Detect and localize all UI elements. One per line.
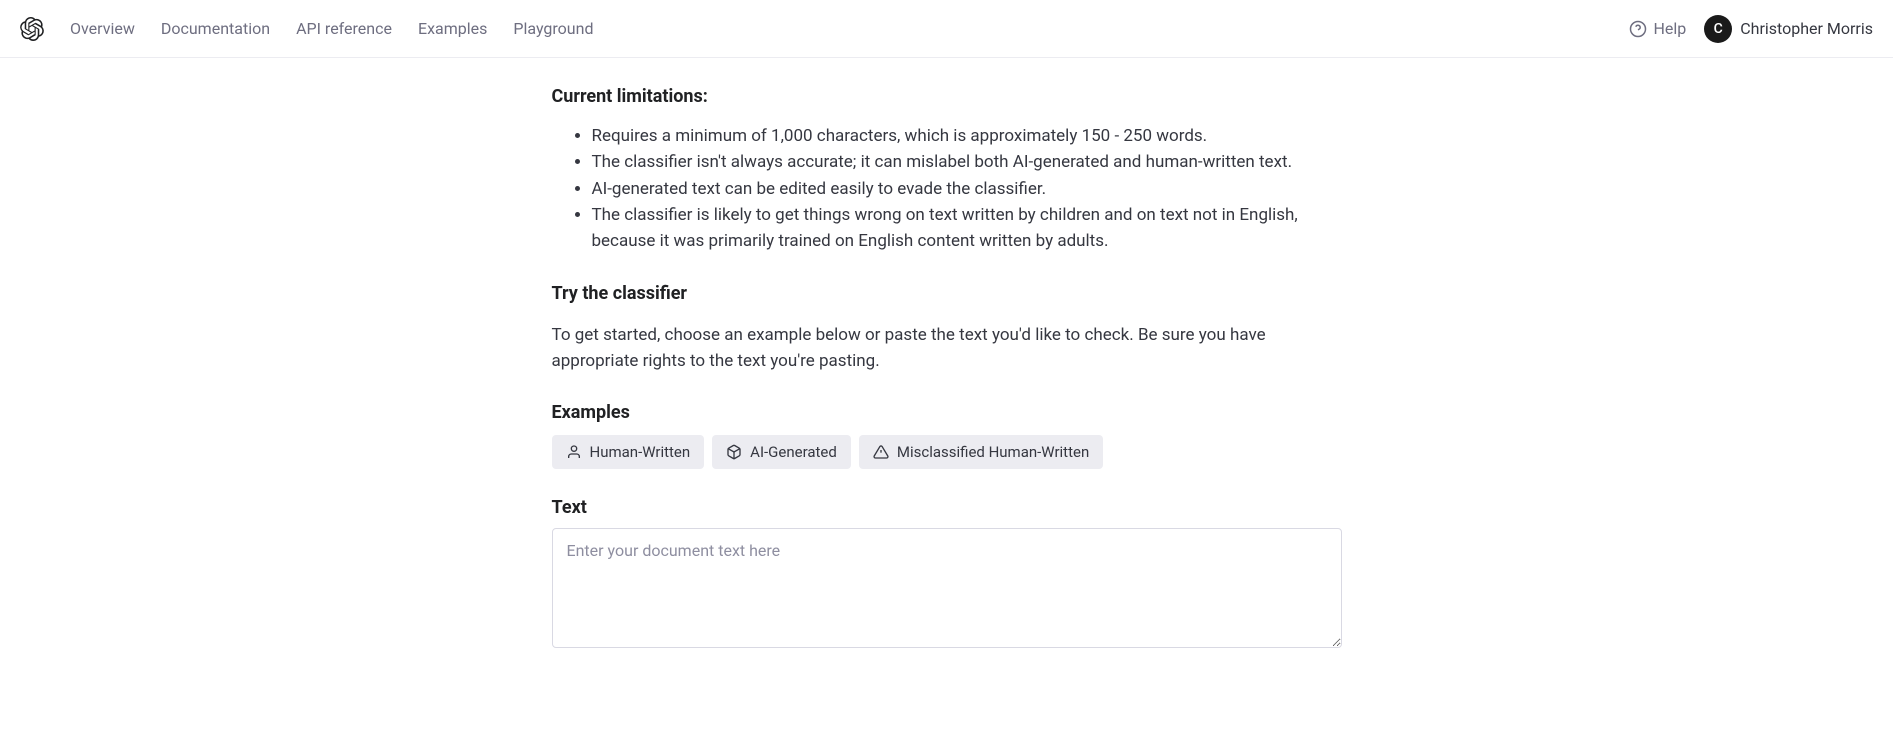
example-misclassified-button[interactable]: Misclassified Human-Written xyxy=(859,435,1103,469)
avatar: C xyxy=(1704,15,1732,43)
main-nav: Overview Documentation API reference Exa… xyxy=(70,19,593,38)
try-heading: Try the classifier xyxy=(552,283,1342,304)
text-input[interactable] xyxy=(552,528,1342,648)
header: Overview Documentation API reference Exa… xyxy=(0,0,1893,58)
example-label: AI-Generated xyxy=(750,443,837,461)
help-link[interactable]: Help xyxy=(1629,19,1686,38)
text-heading: Text xyxy=(552,497,1342,518)
cube-icon xyxy=(726,444,742,460)
limitation-item: The classifier isn't always accurate; it… xyxy=(592,149,1342,175)
help-label: Help xyxy=(1653,19,1686,38)
nav-examples[interactable]: Examples xyxy=(418,19,487,38)
header-left: Overview Documentation API reference Exa… xyxy=(20,17,593,41)
example-label: Misclassified Human-Written xyxy=(897,443,1089,461)
nav-api-reference[interactable]: API reference xyxy=(296,19,392,38)
logo-icon[interactable] xyxy=(20,17,44,41)
limitations-list: Requires a minimum of 1,000 characters, … xyxy=(552,123,1342,255)
nav-overview[interactable]: Overview xyxy=(70,19,135,38)
example-buttons: Human-Written AI-Generated Misclassified… xyxy=(552,435,1342,469)
user-menu[interactable]: C Christopher Morris xyxy=(1704,15,1873,43)
user-name: Christopher Morris xyxy=(1740,19,1873,38)
example-label: Human-Written xyxy=(590,443,691,461)
intro-text: To get started, choose an example below … xyxy=(552,322,1342,375)
example-ai-generated-button[interactable]: AI-Generated xyxy=(712,435,851,469)
header-right: Help C Christopher Morris xyxy=(1629,15,1873,43)
limitation-item: AI-generated text can be edited easily t… xyxy=(592,176,1342,202)
main-content: Current limitations: Requires a minimum … xyxy=(552,58,1342,692)
person-icon xyxy=(566,444,582,460)
avatar-initial: C xyxy=(1714,21,1723,37)
help-icon xyxy=(1629,20,1647,38)
limitation-item: The classifier is likely to get things w… xyxy=(592,202,1342,255)
examples-heading: Examples xyxy=(552,402,1342,423)
limitation-item: Requires a minimum of 1,000 characters, … xyxy=(592,123,1342,149)
example-human-written-button[interactable]: Human-Written xyxy=(552,435,705,469)
limitations-heading: Current limitations: xyxy=(552,86,1342,107)
nav-playground[interactable]: Playground xyxy=(513,19,593,38)
nav-documentation[interactable]: Documentation xyxy=(161,19,270,38)
warning-icon xyxy=(873,444,889,460)
